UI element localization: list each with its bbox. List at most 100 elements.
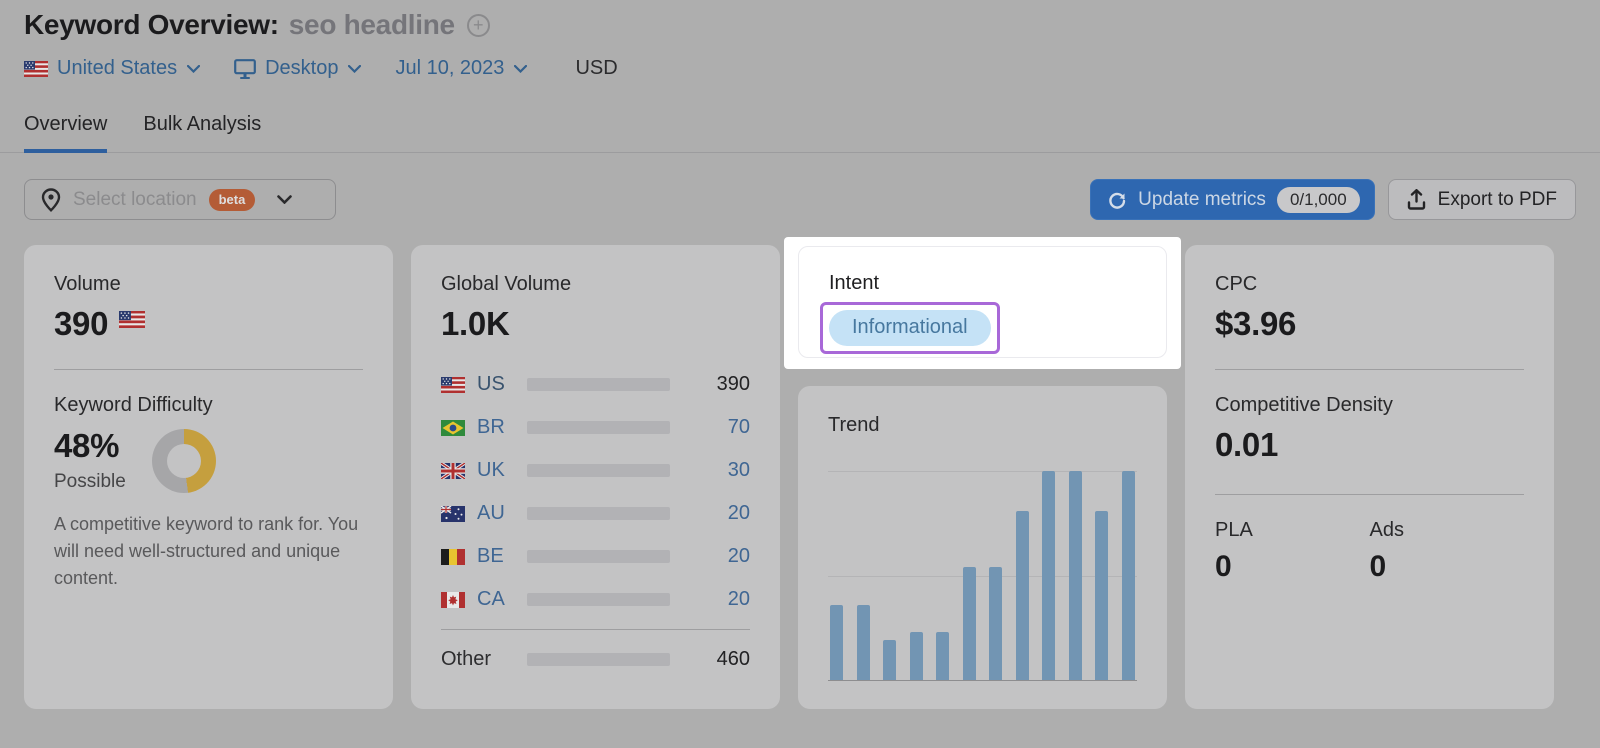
chevron-down-icon [348,64,362,73]
update-metrics-counter: 0/1,000 [1276,186,1360,213]
country-code-link[interactable]: BE [477,545,515,568]
trend-bar [1095,510,1109,680]
intent-label: Intent [829,272,880,294]
keyword-difficulty-donut [151,429,216,493]
plus-circle-icon[interactable]: + [466,13,490,37]
us-flag-icon [24,60,48,77]
global-volume-label: Global Volume [441,273,572,295]
filter-bar: United States Desktop Jul 10, 2023 USD [24,57,1576,80]
global-volume-row: AU 20 [441,492,750,535]
date-filter[interactable]: Jul 10, 2023 [395,57,528,80]
country-volume-value: 20 [727,545,750,567]
cpc-label: CPC [1215,273,1258,295]
trend-bar [989,567,1003,680]
competitive-density-label: Competitive Density [1215,394,1393,416]
trend-bar [830,604,843,680]
country-code-link[interactable]: US [477,373,515,396]
volume-bar [527,421,670,434]
trend-bar [1068,471,1082,680]
update-metrics-button[interactable]: Update metrics 0/1,000 [1090,179,1375,220]
competitive-density-value: 0.01 [1215,426,1279,463]
other-volume-value: 460 [716,648,750,670]
volume-card: Volume 390 Keyword Difficulty 48% Possib… [24,245,393,709]
us-flag-icon [119,311,146,328]
country-filter[interactable]: United States [24,57,201,80]
ads-value: 0 [1369,550,1387,583]
trend-label: Trend [828,414,880,436]
divider [1215,494,1524,495]
volume-label: Volume [54,273,121,295]
global-volume-value: 1.0K [441,305,510,342]
country-volume-value: 390 [716,373,750,395]
select-location-placeholder: Select location [73,188,197,210]
trend-bar [1042,471,1056,680]
other-label: Other [441,648,492,670]
trend-card: Trend [798,386,1167,709]
volume-bar [527,653,670,666]
au-flag-icon [441,505,465,522]
trend-bar-chart [828,471,1137,681]
br-flag-icon [441,419,465,436]
trend-bar [1121,471,1135,680]
keyword-difficulty-level: Possible [54,471,126,492]
export-to-pdf-button[interactable]: Export to PDF [1387,179,1576,220]
export-to-pdf-label: Export to PDF [1437,188,1557,210]
intent-annotation-box: Informational [820,302,1000,354]
page-title: Keyword Overview: [24,9,279,40]
global-volume-row: US 390 [441,363,750,406]
x-axis-line [828,680,1137,681]
intent-card: Intent Informational [798,246,1167,358]
trend-bar [1015,510,1029,680]
us-flag-icon [441,376,465,393]
update-metrics-label: Update metrics [1138,188,1266,210]
global-volume-row: BR 70 [441,406,750,449]
country-code-link[interactable]: BR [477,416,515,439]
volume-value: 390 [54,305,109,342]
keyword-difficulty-description: A competitive keyword to rank for. You w… [54,514,359,588]
cpc-card: CPC $3.96 Competitive Density 0.01 PLA 0… [1185,245,1554,709]
volume-bar [527,593,670,606]
tab-overview[interactable]: Overview [24,113,108,153]
tab-bar: Overview Bulk Analysis [0,113,1600,153]
select-location-dropdown[interactable]: Select location beta [24,179,336,220]
country-volume-value: 20 [727,588,750,610]
chevron-down-icon [277,195,293,204]
trend-bar [962,567,976,680]
cpc-value: $3.96 [1215,305,1297,342]
country-filter-label: United States [57,57,178,79]
country-code-link[interactable]: AU [477,502,515,525]
country-code-link[interactable]: CA [477,588,515,611]
tab-bulk-analysis[interactable]: Bulk Analysis [143,113,261,152]
intent-highlight-frame: Intent Informational [784,237,1181,369]
toolbar: Select location beta Update metrics 0/1,… [24,179,1576,220]
location-pin-icon [41,187,61,212]
page-header: Keyword Overview: seo headline + [0,0,1600,41]
global-volume-row: CA 20 [441,578,750,621]
divider [54,369,363,370]
country-volume-value: 20 [727,502,750,524]
date-filter-label: Jul 10, 2023 [395,57,505,79]
keyword-difficulty-label: Keyword Difficulty [54,394,213,416]
trend-bar [856,604,870,680]
refresh-icon [1109,192,1126,209]
intent-badge[interactable]: Informational [829,310,991,346]
global-volume-card: Global Volume 1.0K US 390 BR 70 UK 30 AU 20 BE 20… [411,245,780,709]
global-volume-row: BE 20 [441,535,750,578]
country-code-link[interactable]: UK [477,459,515,482]
chevron-down-icon [514,64,528,73]
volume-bar [527,507,670,520]
keyword-difficulty-value: 48% [54,427,120,464]
country-volume-value: 70 [727,416,750,438]
country-volume-value: 30 [727,459,750,481]
volume-bar [527,550,670,563]
divider [441,629,750,630]
global-volume-row: UK 30 [441,449,750,492]
keyword-overview-page: Keyword Overview: seo headline + United … [0,0,1600,709]
pla-label: PLA [1215,519,1253,541]
desktop-icon [234,58,256,79]
trend-bar [936,631,950,680]
device-filter[interactable]: Desktop [234,57,362,80]
beta-badge: beta [208,188,256,211]
device-filter-label: Desktop [265,57,339,79]
divider [1215,369,1524,370]
